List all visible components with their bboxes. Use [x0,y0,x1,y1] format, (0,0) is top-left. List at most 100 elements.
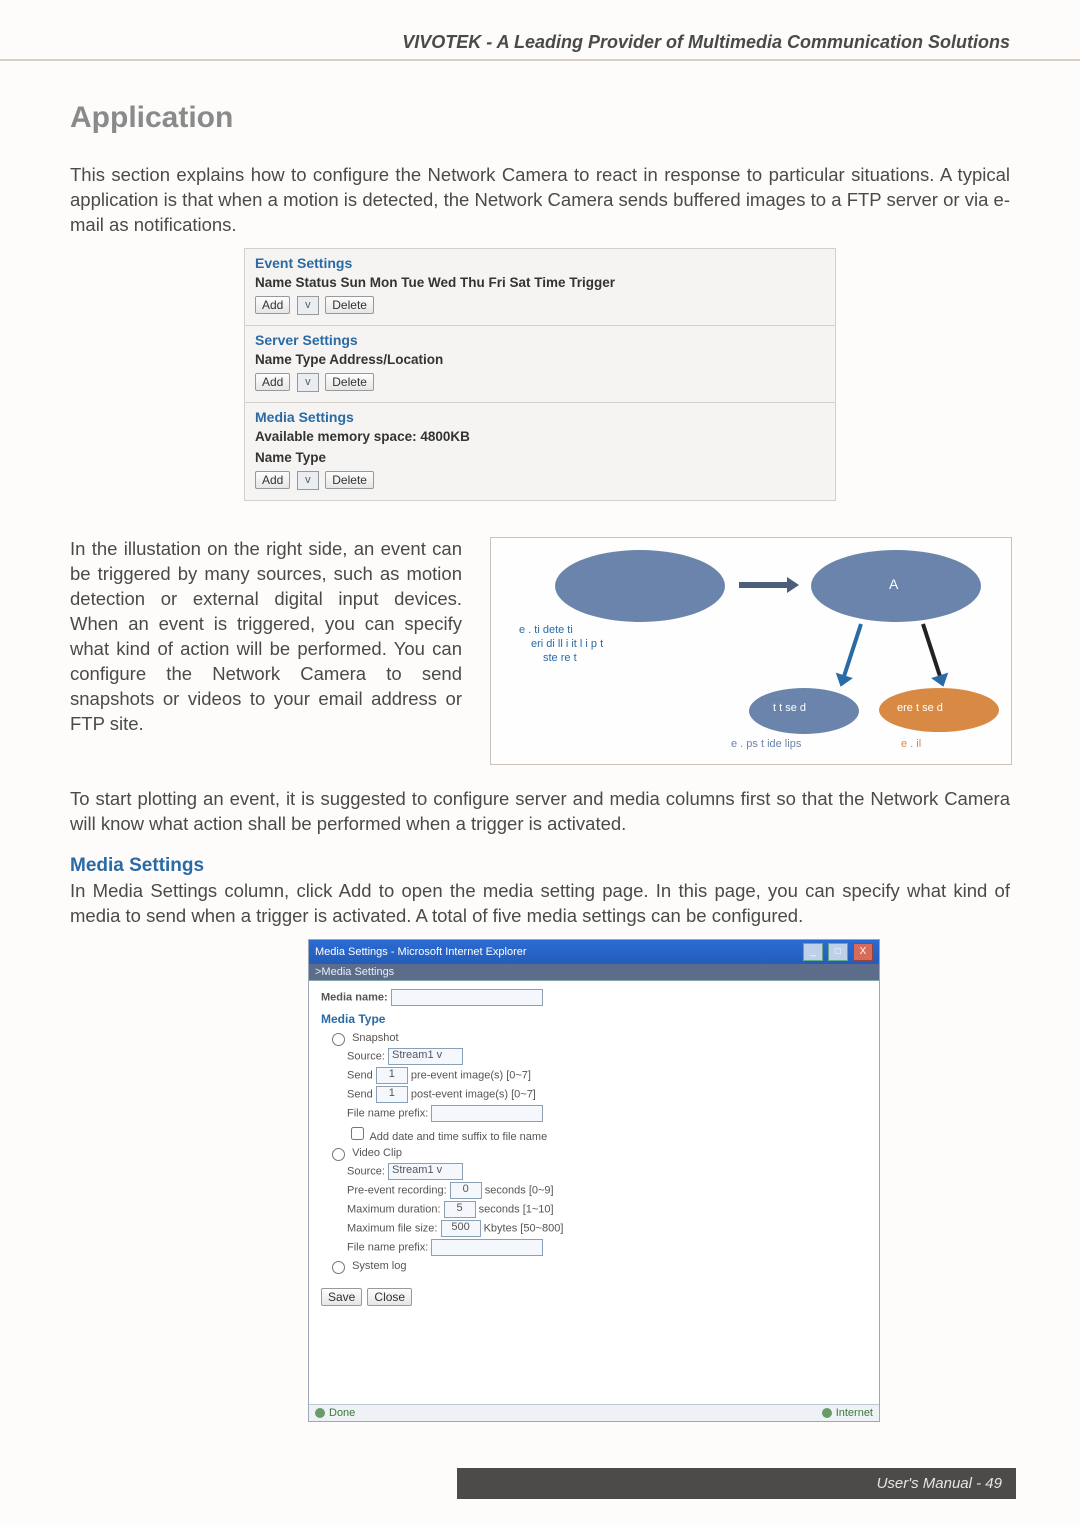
server-settings-legend: Server Settings [255,332,825,348]
sub-label-2: e . il [901,738,921,750]
media-name-label: Media name: [321,991,388,1003]
ie-save-button[interactable]: Save [321,1288,362,1306]
snapshot-option[interactable]: Snapshot [327,1030,867,1046]
orange-bubble: ere t se d [879,688,999,732]
arrow-right-icon [739,582,789,588]
system-log-label: System log [352,1260,406,1272]
settings-panel-figure: Event Settings Name Status Sun Mon Tue W… [244,248,836,501]
illustration-paragraph: In the illustation on the right side, an… [70,537,462,737]
media-settings-legend: Media Settings [255,409,825,425]
max-dur-post: seconds [1~10] [479,1203,554,1215]
ie-titlebar: Media Settings - Microsoft Internet Expl… [309,940,879,964]
action-bubble: A [811,550,981,622]
max-dur-label: Maximum duration: [347,1203,441,1215]
source-label-1: e . ti dete ti [519,624,573,638]
video-clip-option[interactable]: Video Clip [327,1145,867,1161]
snap-source-label: Source: [347,1050,385,1062]
maximize-button[interactable]: □ [828,943,848,961]
media-settings-block: Media Settings Available memory space: 4… [245,403,835,500]
server-columns-header: Name Type Address/Location [255,352,825,367]
media-settings-heading: Media Settings [70,855,1010,877]
snapshot-radio[interactable] [332,1033,345,1046]
intro-paragraph: This section explains how to configure t… [70,163,1010,238]
media-add-button[interactable]: Add [255,471,290,489]
snap-prefix-label: File name prefix: [347,1107,428,1119]
media-settings-paragraph: In Media Settings column, click Add to o… [70,879,1010,929]
ie-close-button[interactable]: Close [367,1288,412,1306]
media-select-dropdown[interactable]: v [297,471,319,490]
window-controls: _ □ X [801,943,873,961]
clip-prefix-input[interactable] [431,1239,543,1256]
media-name-input[interactable] [391,989,543,1006]
max-size-input[interactable]: 500 [441,1220,481,1237]
event-flow-diagram: A e . ti dete ti eri di ll i it l i p t … [490,537,1012,765]
content-area: Application This section explains how to… [0,61,1080,1422]
plotting-paragraph: To start plotting an event, it is sugges… [70,787,1010,837]
minimize-button[interactable]: _ [803,943,823,961]
pre-rec-input[interactable]: 0 [450,1182,482,1199]
done-icon [315,1408,325,1418]
page-title: Application [70,101,1010,135]
clip-source-label: Source: [347,1165,385,1177]
add-date-label: Add date and time suffix to file name [369,1131,547,1143]
status-done: Done [329,1407,355,1419]
close-window-button[interactable]: X [853,943,873,961]
add-date-checkbox[interactable] [351,1127,364,1140]
event-add-button[interactable]: Add [255,296,290,314]
illustration-row: In the illustation on the right side, an… [70,537,1010,765]
send1-input[interactable]: 1 [376,1067,408,1084]
ie-window: Media Settings - Microsoft Internet Expl… [308,939,880,1422]
pre-rec-label: Pre-event recording: [347,1184,447,1196]
system-log-option[interactable]: System log [327,1258,867,1274]
video-clip-label: Video Clip [352,1147,402,1159]
send2-post: post-event image(s) [0~7] [411,1088,536,1100]
internet-icon [822,1408,832,1418]
source-label-2: eri di ll i it l i p t [531,638,603,652]
media-columns-header: Name Type [255,450,825,465]
action-bubble-label: A [889,576,898,592]
small-bubble-1-text: t t se d [773,702,806,714]
server-add-button[interactable]: Add [255,373,290,391]
send2-input[interactable]: 1 [376,1086,408,1103]
max-dur-input[interactable]: 5 [444,1201,476,1218]
page-number: User's Manual - 49 [877,1475,1002,1492]
ie-status-bar: Done Internet [309,1404,879,1421]
media-type-legend: Media Type [321,1012,867,1026]
snap-source-select[interactable]: Stream1 v [388,1048,463,1065]
send2-pre: Send [347,1088,373,1100]
clip-source-select[interactable]: Stream1 v [388,1163,463,1180]
clip-prefix-label: File name prefix: [347,1241,428,1253]
status-zone: Internet [836,1407,873,1419]
server-select-dropdown[interactable]: v [297,373,319,392]
event-settings-legend: Event Settings [255,255,825,271]
snapshot-label: Snapshot [352,1032,398,1044]
header-band: VIVOTEK - A Leading Provider of Multimed… [0,28,1080,61]
ie-page-heading: >Media Settings [309,964,879,981]
sub-label-1: e . ps t ide lips [731,738,801,750]
event-select-dropdown[interactable]: v [297,296,319,315]
media-delete-button[interactable]: Delete [325,471,374,489]
document-page: VIVOTEK - A Leading Provider of Multimed… [0,0,1080,1527]
source-bubble [555,550,725,622]
diag-arrow-left [841,623,863,679]
small-bubble-1: t t se d [749,688,859,734]
footer-band: User's Manual - 49 [457,1468,1016,1499]
orange-bubble-text: ere t se d [897,702,943,714]
server-settings-block: Server Settings Name Type Address/Locati… [245,326,835,403]
video-clip-radio[interactable] [332,1148,345,1161]
max-size-post: Kbytes [50~800] [484,1222,564,1234]
send1-post: pre-event image(s) [0~7] [411,1069,531,1081]
max-size-label: Maximum file size: [347,1222,437,1234]
source-label-3: ste re t [543,652,577,666]
system-log-radio[interactable] [332,1261,345,1274]
diag-arrow-right [921,623,943,679]
server-delete-button[interactable]: Delete [325,373,374,391]
send1-pre: Send [347,1069,373,1081]
header-tagline: VIVOTEK - A Leading Provider of Multimed… [402,32,1010,52]
event-settings-block: Event Settings Name Status Sun Mon Tue W… [245,249,835,326]
snap-prefix-input[interactable] [431,1105,543,1122]
event-delete-button[interactable]: Delete [325,296,374,314]
media-memory-line: Available memory space: 4800KB [255,429,825,444]
pre-rec-post: seconds [0~9] [485,1184,554,1196]
ie-body: Media name: Media Type Snapshot Source: … [309,981,879,1404]
